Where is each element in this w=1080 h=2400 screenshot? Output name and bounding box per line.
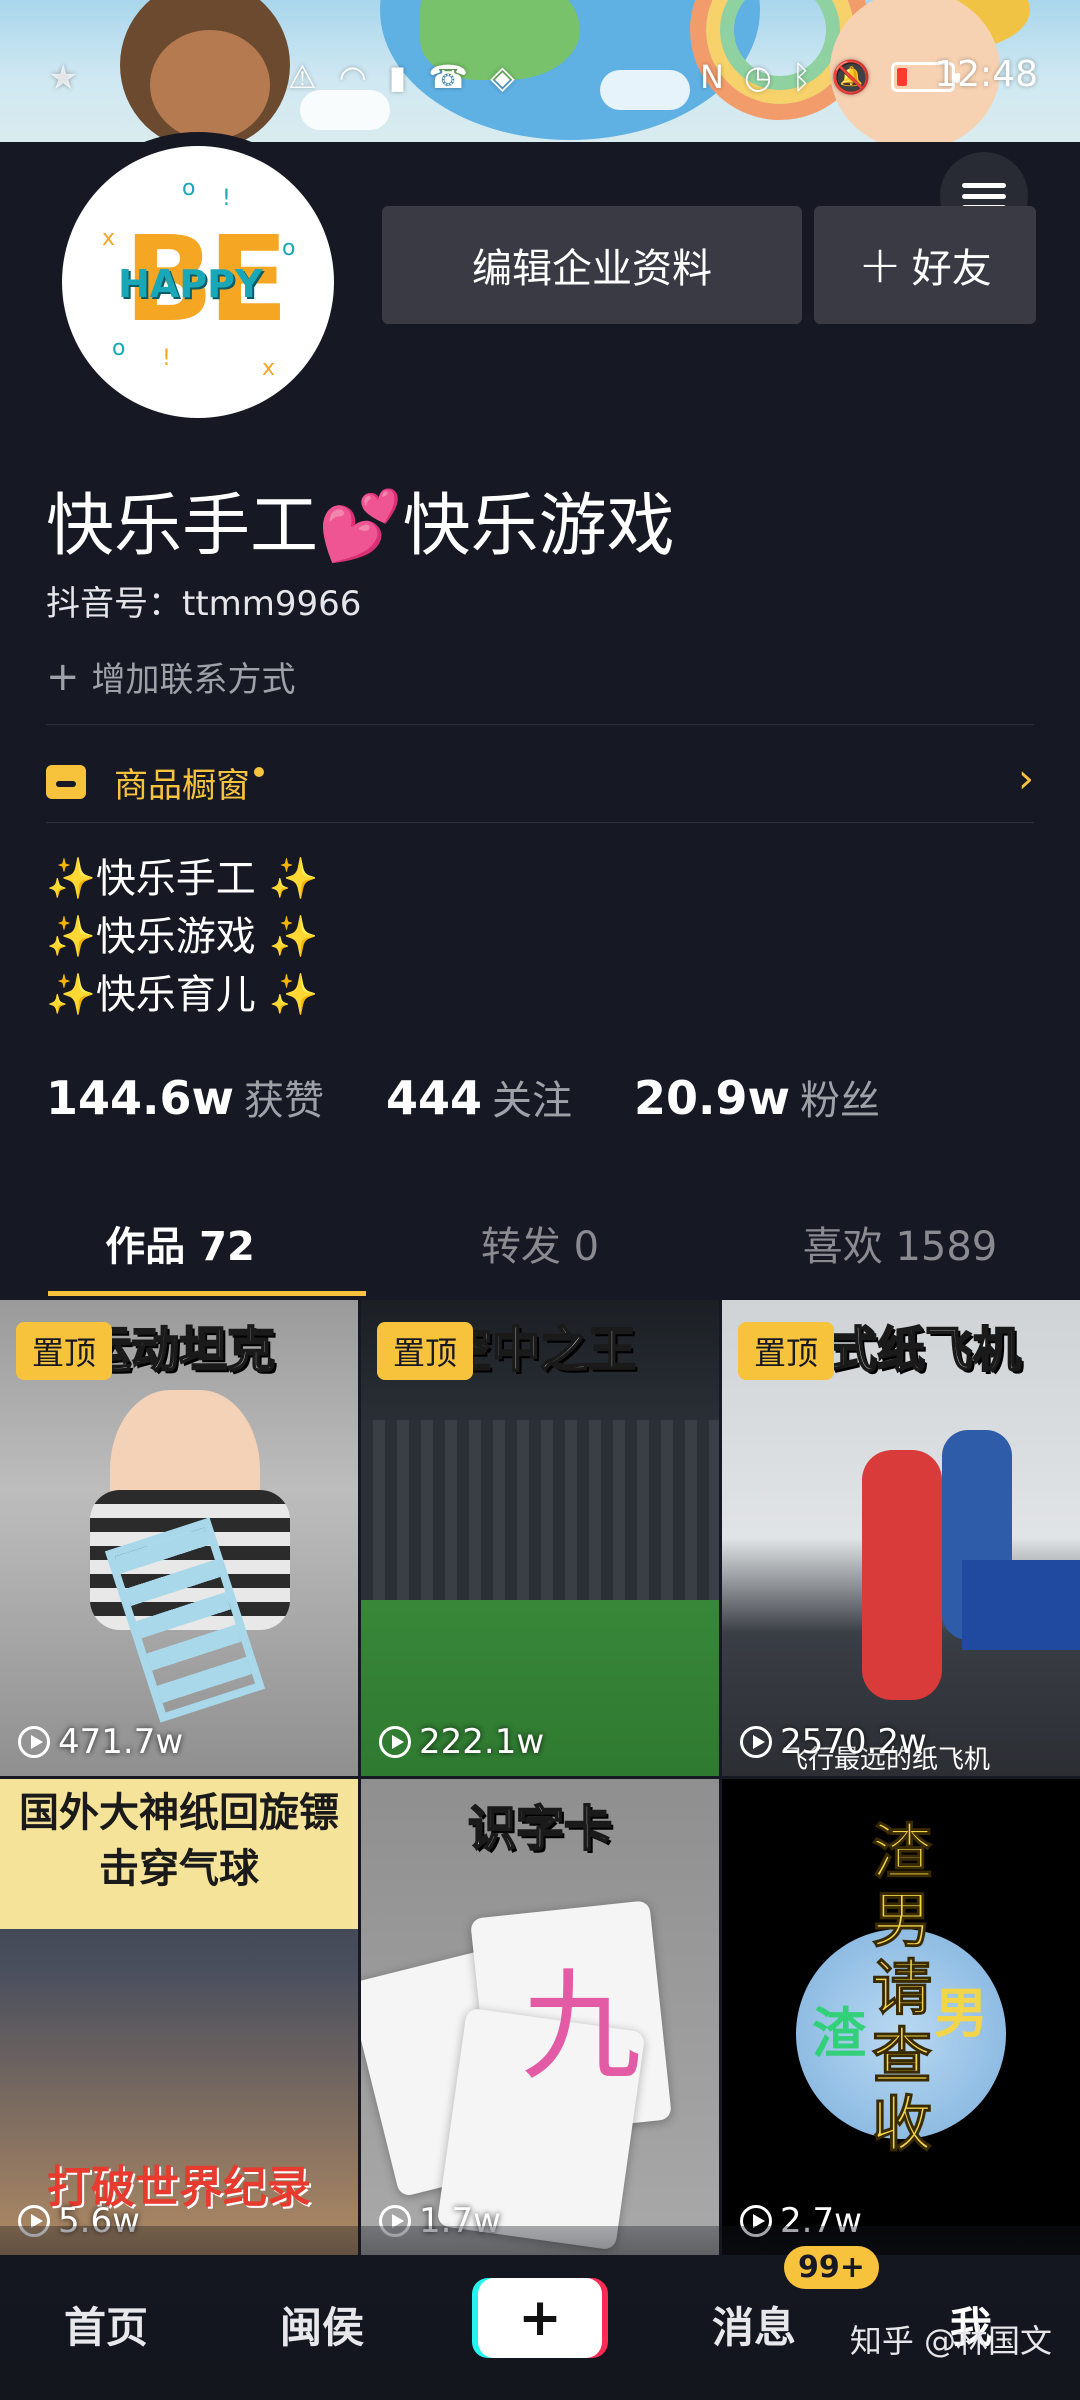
avatar[interactable]: BE HAPPY o ! x o ! o x: [62, 146, 334, 418]
stat-value: 444: [386, 1071, 483, 1125]
tab-likes[interactable]: 喜欢 1589: [720, 1190, 1080, 1296]
wifi-icon: ◠: [338, 58, 367, 96]
video-thumbnail[interactable]: 运动坦克 置顶 471.7w: [0, 1300, 358, 1776]
edit-profile-label: 编辑企业资料: [472, 246, 712, 292]
play-icon: [379, 1726, 411, 1758]
douyin-id: 抖音号：ttmm9966: [46, 584, 362, 624]
add-contact-link[interactable]: + 增加联系方式: [46, 652, 296, 701]
avatar-ring: BE HAPPY o ! x o ! o x: [48, 132, 348, 432]
video-thumbnail[interactable]: 空中之王 置顶 222.1w: [361, 1300, 719, 1776]
stat-value: 20.9w: [634, 1071, 791, 1125]
pinned-badge: 置顶: [738, 1322, 835, 1380]
pinned-badge: 置顶: [16, 1322, 113, 1380]
stat-label: 关注: [492, 1078, 573, 1124]
play-count: 2570.2w: [740, 1722, 927, 1762]
shop-label: 商品橱窗: [114, 765, 250, 806]
add-friend-button[interactable]: + 好友: [814, 206, 1036, 324]
video-overlay-text: 渣: [812, 2002, 866, 2065]
nav-home[interactable]: 首页: [64, 2294, 148, 2355]
notification-dot: [254, 767, 264, 777]
video-grid: 运动坦克 置顶 471.7w 空中之王 置顶 222.1w 花式纸飞机 置顶 飞…: [0, 1300, 1080, 2255]
mute-icon: 🔕: [831, 58, 871, 96]
create-button[interactable]: +: [478, 2278, 602, 2358]
bio-line: ✨快乐游戏 ✨: [46, 914, 319, 960]
tab-works[interactable]: 作品 72: [0, 1190, 366, 1296]
profile-tabs: 作品 72 转发 0 喜欢 1589: [0, 1190, 1080, 1296]
plus-icon: +: [46, 653, 80, 700]
avatar-logo-small: HAPPY: [118, 262, 263, 306]
messages-badge: 99+: [784, 2246, 879, 2289]
status-time: 12:48: [934, 54, 1038, 95]
bluetooth-icon: ᛒ: [791, 58, 812, 96]
app-notification-icon: ☎: [428, 58, 469, 96]
shop-icon: [46, 765, 86, 799]
alert-icon: ⚠: [288, 58, 317, 96]
status-bar: ★ ⚠ ◠ ▮ ☎ ◈ N ◷ ᛒ 🔕 12:48: [0, 44, 1080, 116]
sim-icon: ▮: [388, 58, 407, 96]
nav-friends[interactable]: 闽侯: [280, 2294, 364, 2355]
shop-window-entry[interactable]: 商品橱窗 ›: [46, 742, 1034, 822]
card-character: 九: [521, 1958, 641, 2097]
watermark: 知乎 @林国文: [849, 2322, 1052, 2360]
pinned-badge: 置顶: [377, 1322, 474, 1380]
profile-name: 快乐手工💕快乐游戏: [46, 487, 675, 566]
profile-stats: 144.6w 获赞 444 关注 20.9w 粉丝: [46, 1068, 880, 1126]
bio-line: ✨快乐育儿 ✨: [46, 972, 319, 1018]
video-title: 国外大神纸回旋镖 击穿气球: [19, 1790, 339, 1892]
shield-icon: ◈: [490, 58, 515, 96]
nav-messages[interactable]: 消息: [712, 2294, 796, 2355]
bio-line: ✨快乐手工 ✨: [46, 856, 319, 902]
video-thumbnail[interactable]: 识字卡 九 1.7w: [361, 1779, 719, 2255]
video-title: 渣男请查收: [872, 1818, 933, 2160]
stat-value: 144.6w: [46, 1071, 234, 1125]
divider: [46, 724, 1034, 725]
divider: [46, 822, 1034, 823]
video-thumbnail[interactable]: 渣男请查收 渣 男 2.7w: [722, 1779, 1080, 2255]
play-count: 471.7w: [18, 1722, 183, 1762]
play-icon: [18, 1726, 50, 1758]
add-contact-label: 增加联系方式: [91, 660, 296, 700]
chevron-right-icon: ›: [1018, 756, 1034, 802]
stat-followers[interactable]: 20.9w 粉丝: [634, 1068, 880, 1126]
nfc-icon: N: [700, 58, 724, 96]
profile-bio: ✨快乐手工 ✨ ✨快乐游戏 ✨ ✨快乐育儿 ✨: [46, 850, 318, 1024]
bottom-nav: 首页 闽侯 + 消息 99+ 我: [0, 2226, 1080, 2400]
edit-profile-button[interactable]: 编辑企业资料: [382, 206, 802, 324]
stat-following[interactable]: 444 关注: [386, 1068, 572, 1126]
stat-likes[interactable]: 144.6w 获赞: [46, 1068, 324, 1126]
add-friend-label: 好友: [911, 246, 992, 292]
play-count: 222.1w: [379, 1722, 544, 1762]
video-thumbnail[interactable]: 花式纸飞机 置顶 飞行最远的纸飞机 2570.2w: [722, 1300, 1080, 1776]
plus-icon: +: [518, 2288, 562, 2348]
alarm-icon: ◷: [743, 58, 772, 96]
stat-label: 粉丝: [800, 1078, 881, 1124]
tab-reposts[interactable]: 转发 0: [360, 1190, 720, 1296]
video-overlay-text: 男: [934, 1982, 988, 2045]
stat-label: 获赞: [244, 1078, 324, 1124]
play-icon: [740, 1726, 772, 1758]
star-icon: ★: [48, 58, 79, 98]
video-title: 识字卡: [467, 1800, 613, 1858]
video-thumbnail[interactable]: 国外大神纸回旋镖 击穿气球 打破世界纪录 5.6w: [0, 1779, 358, 2255]
plus-icon: +: [858, 235, 902, 295]
